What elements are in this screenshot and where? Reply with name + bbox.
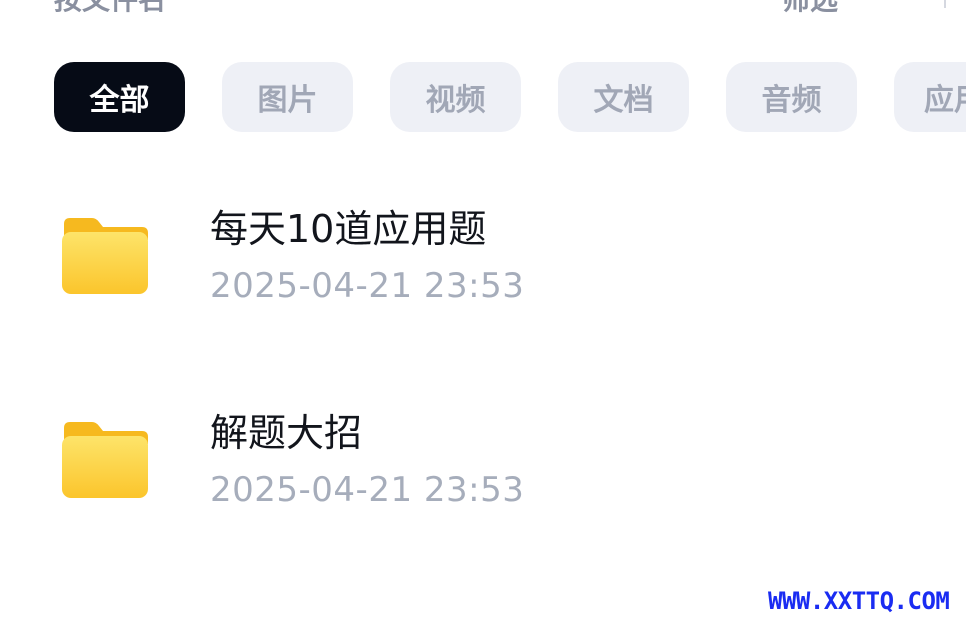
tab-all[interactable]: 全部: [54, 62, 185, 132]
file-browser: 按文件名 筛选 全部 图片 视频 文档 音频 应用 每天10道应用题 202: [0, 0, 966, 624]
toolbar-divider: [944, 0, 946, 8]
list-item[interactable]: 解题大招 2025-04-21 23:53: [0, 394, 966, 564]
category-tabs: 全部 图片 视频 文档 音频 应用: [54, 62, 966, 134]
file-date: 2025-04-21 23:53: [210, 470, 525, 510]
tab-apps[interactable]: 应用: [894, 62, 966, 132]
file-date: 2025-04-21 23:53: [210, 266, 525, 306]
tab-videos[interactable]: 视频: [390, 62, 521, 132]
toolbar: 按文件名 筛选: [0, 0, 966, 16]
list-item[interactable]: 每天10道应用题 2025-04-21 23:53: [0, 190, 966, 360]
file-name: 每天10道应用题: [210, 207, 487, 251]
tab-audio[interactable]: 音频: [726, 62, 857, 132]
folder-icon: [62, 422, 148, 498]
tab-images[interactable]: 图片: [222, 62, 353, 132]
tab-documents[interactable]: 文档: [558, 62, 689, 132]
file-name: 解题大招: [210, 411, 363, 455]
filter-button[interactable]: 筛选: [782, 0, 838, 18]
folder-icon: [62, 218, 148, 294]
watermark: WWW.XXTTQ.COM: [768, 587, 950, 615]
sort-button[interactable]: 按文件名: [54, 0, 166, 18]
